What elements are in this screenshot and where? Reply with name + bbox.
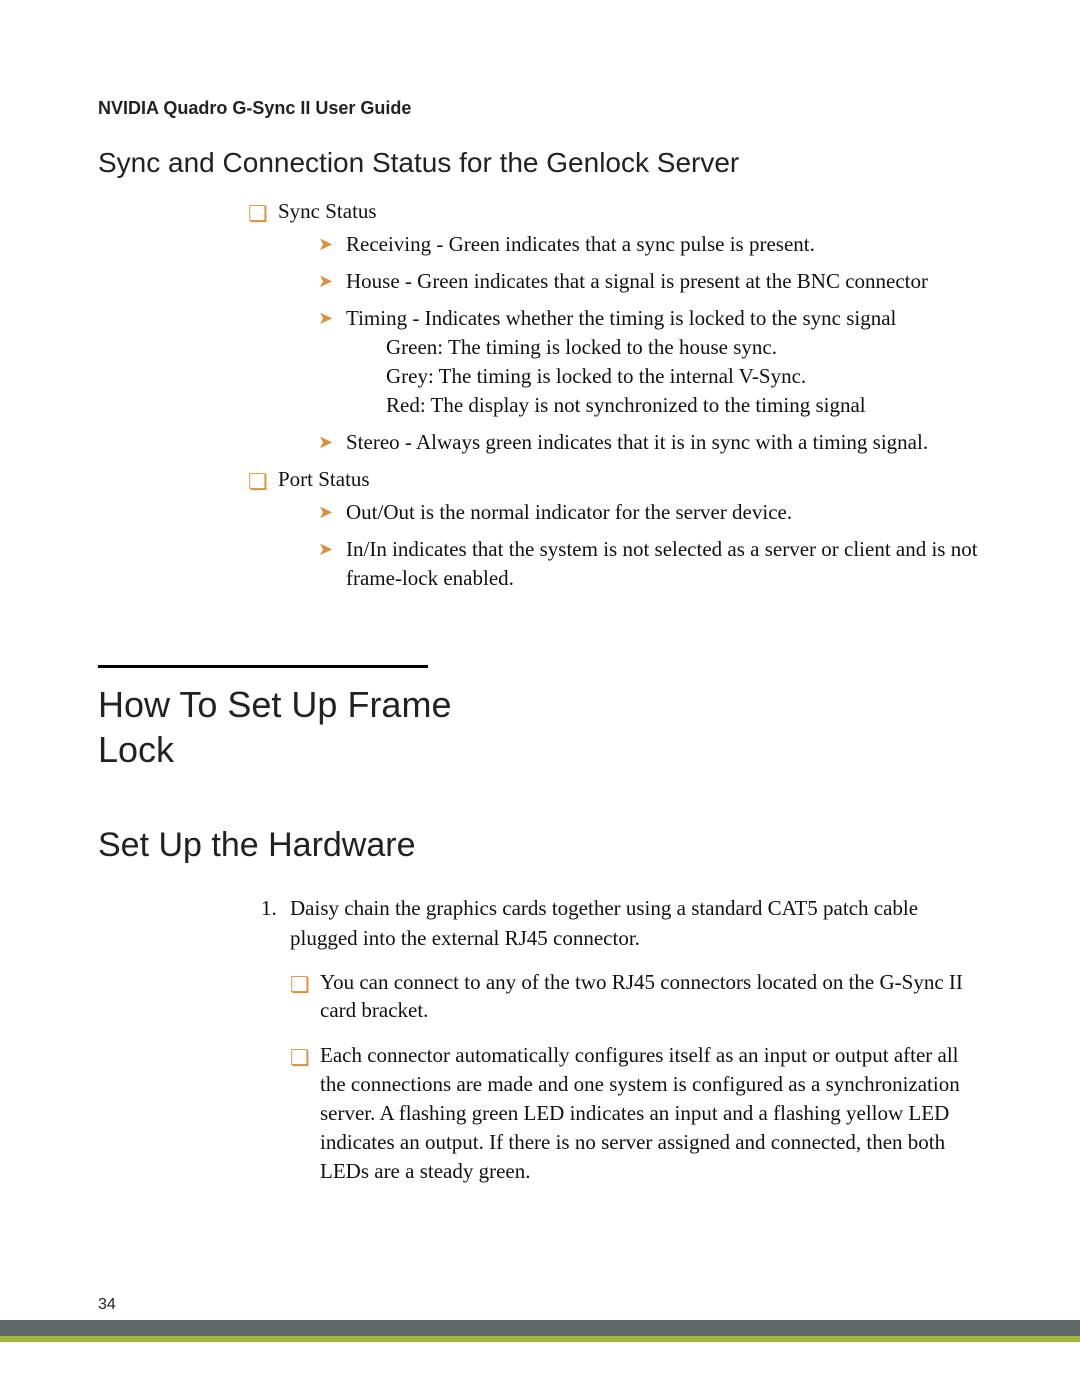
sync-status-label: Sync Status Receiving - Green indicates …	[248, 197, 982, 457]
sync-status-block: Sync Status Receiving - Green indicates …	[248, 197, 982, 593]
setup-hardware-block: Daisy chain the graphics cards together …	[248, 893, 982, 1187]
frame-lock-line2: Lock	[98, 729, 174, 770]
item-house: House - Green indicates that a signal is…	[318, 267, 982, 296]
section-title-setup-hardware: Set Up the Hardware	[98, 826, 982, 865]
sync-status-items: Receiving - Green indicates that a sync …	[318, 230, 982, 457]
item-outout: Out/Out is the normal indicator for the …	[318, 498, 982, 527]
footer-bar-bottom	[0, 1336, 1080, 1342]
item-receiving: Receiving - Green indicates that a sync …	[318, 230, 982, 259]
port-status-label-text: Port Status	[278, 467, 370, 491]
sync-status-label-text: Sync Status	[278, 199, 377, 223]
item-timing-grey: Grey: The timing is locked to the intern…	[386, 362, 982, 391]
setup-steps: Daisy chain the graphics cards together …	[248, 893, 982, 1187]
port-status-label: Port Status Out/Out is the normal indica…	[248, 465, 982, 593]
port-status-items: Out/Out is the normal indicator for the …	[318, 498, 982, 593]
section-title-frame-lock: How To Set Up Frame Lock	[98, 682, 982, 772]
item-timing-green: Green: The timing is locked to the house…	[386, 333, 982, 362]
section-title-sync-status: Sync and Connection Status for the Genlo…	[98, 147, 982, 179]
footer-bar-top	[0, 1320, 1080, 1336]
document-page: NVIDIA Quadro G-Sync II User Guide Sync …	[0, 0, 1080, 1388]
running-header: NVIDIA Quadro G-Sync II User Guide	[98, 98, 982, 119]
item-inin: In/In indicates that the system is not s…	[318, 535, 982, 593]
step-1: Daisy chain the graphics cards together …	[282, 893, 982, 1187]
page-number: 34	[98, 1296, 116, 1314]
step-1-sub-a: You can connect to any of the two RJ45 c…	[290, 968, 982, 1026]
item-timing-red: Red: The display is not synchronized to …	[386, 391, 982, 420]
step-1-sub-b: Each connector automatically configures …	[290, 1041, 982, 1186]
item-timing: Timing - Indicates whether the timing is…	[318, 304, 982, 420]
step-1-text: Daisy chain the graphics cards together …	[290, 896, 918, 950]
item-timing-sub: Green: The timing is locked to the house…	[386, 333, 982, 420]
item-stereo: Stereo - Always green indicates that it …	[318, 428, 982, 457]
section-rule	[98, 665, 428, 668]
top-bullets: Sync Status Receiving - Green indicates …	[248, 197, 982, 593]
frame-lock-line1: How To Set Up Frame	[98, 684, 451, 725]
step-1-sub: You can connect to any of the two RJ45 c…	[290, 968, 982, 1187]
item-timing-head: Timing - Indicates whether the timing is…	[346, 306, 896, 330]
